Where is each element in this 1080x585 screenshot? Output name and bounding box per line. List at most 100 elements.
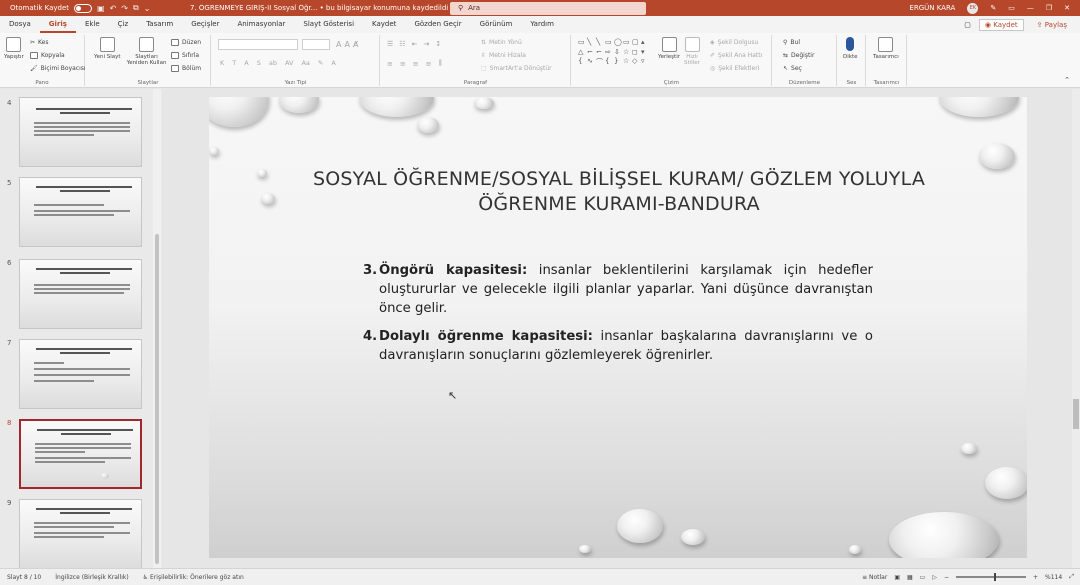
brace-shape-icon[interactable]: { bbox=[578, 57, 586, 68]
replace-button[interactable]: ⇆ Değiştir bbox=[783, 52, 814, 59]
smartart-button[interactable]: ⬚ SmartArt'a Dönüştür bbox=[481, 65, 552, 72]
align-center-icon[interactable]: ≡ bbox=[400, 60, 406, 68]
align-right-icon[interactable]: ≡ bbox=[413, 60, 419, 68]
italic-button[interactable]: T bbox=[232, 59, 236, 67]
arrange-button[interactable]: Yerleştir bbox=[658, 37, 680, 60]
close-icon[interactable]: ✕ bbox=[1064, 4, 1070, 12]
fit-to-window-icon[interactable]: ⤢ bbox=[1069, 573, 1074, 581]
grow-font-button[interactable]: A bbox=[336, 40, 341, 49]
expand-shapes-icon[interactable]: ▿ bbox=[641, 57, 649, 68]
quick-styles-button[interactable]: Hızlı Stiller bbox=[682, 37, 702, 66]
normal-view-icon[interactable]: ▣ bbox=[894, 574, 900, 581]
zoom-in-icon[interactable]: + bbox=[1033, 574, 1038, 581]
slide-thumbnail-6[interactable] bbox=[19, 259, 142, 329]
tab-gorunum[interactable]: Görünüm bbox=[471, 16, 522, 33]
line-spacing-icon[interactable]: ↕ bbox=[435, 40, 441, 48]
editor-scrollbar[interactable] bbox=[1072, 89, 1080, 568]
redo-icon[interactable]: ↷ bbox=[121, 4, 128, 13]
restore-icon[interactable]: ❐ bbox=[1046, 4, 1052, 12]
shapes-gallery[interactable]: ▭ ╲ ╲ ▭ ◯ ▭ ▢ ▴ △ ⌐ ⌐ ⇨ ⇩ ☆ ◻ ▾ {∿ ⌒{} ☆ ◇ ▿ bbox=[578, 38, 648, 68]
tab-dosya[interactable]: Dosya bbox=[0, 16, 40, 33]
bold-button[interactable]: K bbox=[220, 59, 224, 67]
tab-ekle[interactable]: Ekle bbox=[76, 16, 109, 33]
slide-thumbnail-4[interactable] bbox=[19, 97, 142, 167]
reuse-slides-button[interactable]: Slaytları Yeniden Kullan bbox=[124, 37, 169, 66]
collapse-ribbon-icon[interactable]: ⌃ bbox=[1064, 76, 1070, 84]
search-box[interactable]: ⚲ Ara bbox=[450, 1, 646, 15]
font-name-box[interactable] bbox=[218, 39, 298, 50]
customize-icon[interactable]: ⌄ bbox=[144, 4, 151, 13]
tab-slayt-gosterisi[interactable]: Slayt Gösterisi bbox=[294, 16, 363, 33]
highlight-icon[interactable]: ✎ bbox=[318, 59, 323, 67]
shrink-font-button[interactable]: A bbox=[344, 40, 349, 49]
autosave-toggle[interactable] bbox=[74, 3, 93, 13]
shape-outline-button[interactable]: ✐ Şekil Ana Hattı bbox=[710, 52, 762, 59]
avatar[interactable]: EK bbox=[967, 2, 979, 14]
clear-format-icon[interactable]: A̸ bbox=[353, 40, 358, 49]
shape-fill-button[interactable]: ◈ Şekil Dolgusu bbox=[710, 39, 758, 46]
accessibility-indicator[interactable]: ♿ Erişilebilirlik: Önerilere göz atın bbox=[136, 574, 251, 581]
columns-icon[interactable]: ⫼ bbox=[439, 59, 442, 68]
elbow-shape-icon-2[interactable]: ⌐ bbox=[596, 48, 604, 57]
star-shape-icon-2[interactable]: ☆ bbox=[623, 57, 631, 68]
rect-shape-icon-3[interactable]: ▢ bbox=[632, 38, 640, 47]
strike-button[interactable]: S bbox=[257, 59, 261, 67]
font-size-box[interactable] bbox=[302, 39, 330, 50]
present-icon[interactable]: ⧉ bbox=[133, 3, 139, 13]
pen-icon[interactable]: ✎ bbox=[990, 4, 996, 12]
shape-icon[interactable]: ◻ bbox=[632, 48, 640, 57]
format-painter-button[interactable]: 🖌 Biçimi Boyacısı bbox=[30, 65, 86, 72]
tab-yardim[interactable]: Yardım bbox=[521, 16, 563, 33]
reset-button[interactable]: Sıfırla bbox=[171, 52, 199, 59]
scroll-shapes-icon[interactable]: ▾ bbox=[641, 48, 649, 57]
minimize-icon[interactable]: — bbox=[1027, 4, 1034, 12]
designer-button[interactable]: Tasarımcı bbox=[873, 37, 899, 60]
dictate-button[interactable]: Dikte bbox=[843, 37, 858, 60]
slide-thumbnail-5[interactable] bbox=[19, 177, 142, 247]
comments-icon[interactable]: ▢ bbox=[964, 21, 971, 29]
slide-thumbnail-8-selected[interactable] bbox=[19, 419, 142, 489]
notes-button[interactable]: ≡ Notlar bbox=[862, 574, 887, 581]
save-button[interactable]: ◉ Kaydet bbox=[978, 18, 1024, 31]
arc-shape-icon[interactable]: ⌒ bbox=[596, 57, 604, 68]
tab-tasarim[interactable]: Tasarım bbox=[137, 16, 182, 33]
select-button[interactable]: ↖ Seç bbox=[783, 65, 802, 72]
line-shape-icon[interactable]: ╲ bbox=[587, 38, 595, 47]
tab-kaydet[interactable]: Kaydet bbox=[363, 16, 405, 33]
language-indicator[interactable]: İngilizce (Birleşik Krallık) bbox=[48, 574, 135, 581]
slide-title[interactable]: SOSYAL ÖĞRENME/SOSYAL BİLİŞSEL KURAM/ GÖ… bbox=[249, 167, 989, 217]
slideshow-icon[interactable]: ▷ bbox=[932, 574, 937, 581]
section-button[interactable]: Bölüm bbox=[171, 65, 201, 72]
text-direction-button[interactable]: ⇅ Metin Yönü bbox=[481, 39, 522, 46]
underline-button[interactable]: A bbox=[244, 59, 248, 67]
change-case-button[interactable]: Aa bbox=[301, 59, 309, 67]
slide-thumbnail-7[interactable] bbox=[19, 339, 142, 409]
more-shapes-icon[interactable]: ▴ bbox=[641, 38, 649, 47]
layout-button[interactable]: Düzen bbox=[171, 39, 201, 46]
cut-button[interactable]: ✂ Kes bbox=[30, 39, 48, 46]
arrow-shape-icon[interactable]: ⇨ bbox=[605, 48, 613, 57]
undo-icon[interactable]: ↶ bbox=[110, 4, 117, 13]
slide-content[interactable]: 3. Öngörü kapasitesi: insanlar beklentil… bbox=[363, 261, 873, 374]
numbering-icon[interactable]: ☷ bbox=[399, 40, 405, 48]
align-left-icon[interactable]: ≡ bbox=[387, 60, 393, 68]
triangle-shape-icon[interactable]: △ bbox=[578, 48, 586, 57]
justify-icon[interactable]: ≡ bbox=[426, 60, 432, 68]
arrow-shape-icon-2[interactable]: ⇩ bbox=[614, 48, 622, 57]
tab-ciz[interactable]: Çiz bbox=[109, 16, 138, 33]
copy-button[interactable]: Kopyala bbox=[30, 52, 65, 59]
slide-canvas[interactable]: SOSYAL ÖĞRENME/SOSYAL BİLİŞSEL KURAM/ GÖ… bbox=[209, 97, 1027, 558]
align-text-button[interactable]: ⇳ Metni Hizala bbox=[481, 52, 526, 59]
tab-animasyonlar[interactable]: Animasyonlar bbox=[229, 16, 295, 33]
decrease-indent-icon[interactable]: ⇤ bbox=[412, 40, 418, 48]
star-shape-icon[interactable]: ☆ bbox=[623, 48, 631, 57]
brace-shape-icon-2[interactable]: { bbox=[605, 57, 613, 68]
zoom-slider[interactable] bbox=[956, 573, 1026, 581]
zoom-level[interactable]: %114 bbox=[1045, 574, 1062, 581]
textbox-shape-icon[interactable]: ▭ bbox=[578, 38, 586, 47]
brace-shape-icon-3[interactable]: } bbox=[614, 57, 622, 68]
editor-scrollbar-thumb[interactable] bbox=[1073, 399, 1079, 429]
oval-shape-icon[interactable]: ◯ bbox=[614, 38, 622, 47]
bullets-icon[interactable]: ☰ bbox=[387, 40, 393, 48]
reading-view-icon[interactable]: ▭ bbox=[920, 574, 926, 581]
